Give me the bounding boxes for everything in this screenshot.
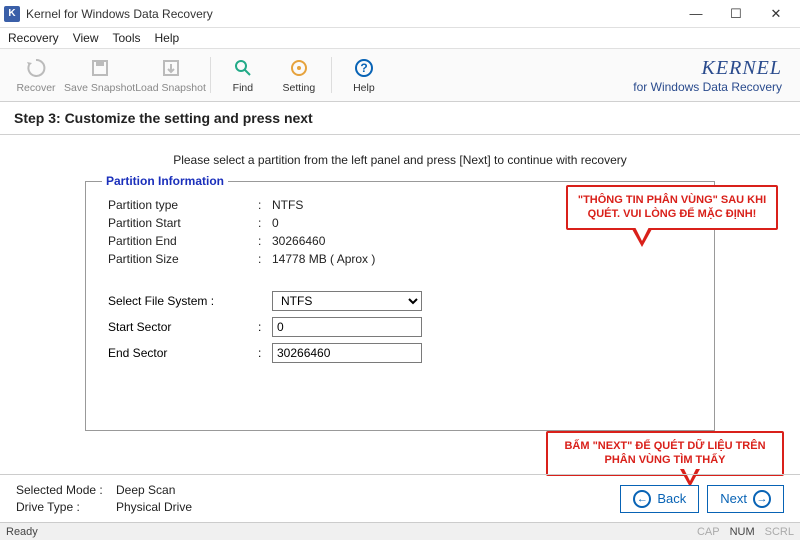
brand-name: KERNEL [633,57,782,80]
end-sector-input[interactable] [272,343,422,363]
close-button[interactable]: ✕ [756,0,796,28]
status-cap: CAP [697,526,720,538]
save-snapshot-button: Save Snapshot [64,50,135,100]
svg-text:?: ? [360,61,367,75]
callout-next: BẤM "NEXT" ĐỂ QUÉT DỮ LIỆU TRÊN PHÂN VÙN… [546,431,784,476]
load-snapshot-button: Load Snapshot [135,50,206,100]
next-button[interactable]: Next → [707,485,784,513]
load-snapshot-icon [159,56,183,80]
start-sector-input[interactable] [272,317,422,337]
status-ready: Ready [6,526,38,538]
partition-form: Select File System : NTFS Start Sector: … [108,288,700,366]
menu-recovery[interactable]: Recovery [8,31,59,45]
back-button[interactable]: ← Back [620,485,699,513]
menu-tools[interactable]: Tools [112,31,140,45]
fieldset-legend: Partition Information [102,174,228,188]
toolbar-separator [210,57,211,93]
callout-partition-info: "THÔNG TIN PHÂN VÙNG" SAU KHI QUÉT. VUI … [566,185,778,230]
form-row-end-sector: End Sector: [108,340,700,366]
step-title: Step 3: Customize the setting and press … [0,102,800,135]
footer-info: Selected Mode :Deep Scan Drive Type :Phy… [16,482,192,516]
info-row-size: Partition Size: 14778 MB ( Aprox ) [108,250,700,268]
instruction-text: Please select a partition from the left … [12,153,788,167]
title-bar: K Kernel for Windows Data Recovery — ☐ ✕ [0,0,800,28]
footer-bar: Selected Mode :Deep Scan Drive Type :Phy… [0,474,800,522]
find-icon [231,56,255,80]
window-title: Kernel for Windows Data Recovery [26,7,676,21]
status-num: NUM [730,526,755,538]
recover-icon [24,56,48,80]
brand-tagline: for Windows Data Recovery [633,80,782,94]
minimize-button[interactable]: — [676,0,716,28]
setting-button[interactable]: Setting [271,50,327,100]
info-row-end: Partition End: 30266460 [108,232,700,250]
help-button[interactable]: ? Help [336,50,392,100]
find-button[interactable]: Find [215,50,271,100]
form-row-start-sector: Start Sector: [108,314,700,340]
save-snapshot-icon [88,56,112,80]
setting-icon [287,56,311,80]
arrow-left-icon: ← [633,490,651,508]
form-row-filesystem: Select File System : NTFS [108,288,700,314]
toolbar-separator [331,57,332,93]
help-icon: ? [352,56,376,80]
menu-help[interactable]: Help [155,31,180,45]
menu-view[interactable]: View [73,31,99,45]
status-bar: Ready CAP NUM SCRL [0,522,800,540]
app-icon: K [4,6,20,22]
content-area: Please select a partition from the left … [0,135,800,493]
filesystem-select[interactable]: NTFS [272,291,422,311]
menu-bar: Recovery View Tools Help [0,28,800,48]
brand: KERNEL for Windows Data Recovery [633,57,782,94]
callout-tail-icon [632,229,652,247]
status-scrl: SCRL [765,526,794,538]
recover-button: Recover [8,50,64,100]
maximize-button[interactable]: ☐ [716,0,756,28]
arrow-right-icon: → [753,490,771,508]
toolbar: Recover Save Snapshot Load Snapshot Find… [0,48,800,102]
